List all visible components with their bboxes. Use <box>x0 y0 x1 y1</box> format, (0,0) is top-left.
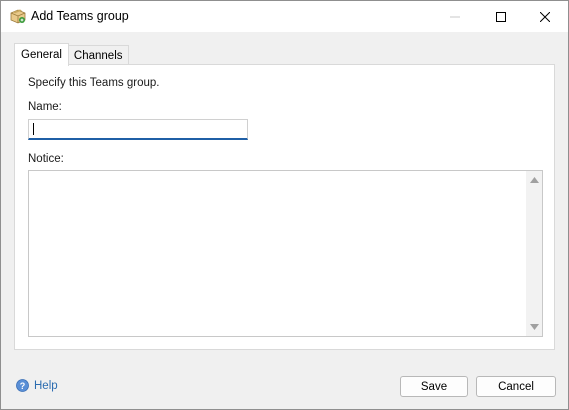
title-bar[interactable]: Add Teams group <box>1 1 568 32</box>
maximize-button[interactable] <box>478 1 524 32</box>
name-label: Name: <box>28 101 62 113</box>
scroll-down-button[interactable] <box>526 319 542 335</box>
instructions-text: Specify this Teams group. <box>28 77 160 89</box>
scroll-up-button[interactable] <box>526 172 542 188</box>
help-link[interactable]: ? Help <box>16 379 58 392</box>
notice-textarea[interactable] <box>28 170 543 337</box>
close-button[interactable] <box>522 1 568 32</box>
scroll-down-arrow-icon <box>529 321 539 333</box>
help-circle-icon: ? <box>16 379 29 392</box>
notice-label: Notice: <box>28 153 64 165</box>
svg-text:?: ? <box>20 381 26 391</box>
tab-strip: General Channels <box>14 43 129 66</box>
name-input[interactable] <box>28 119 248 140</box>
cancel-button[interactable]: Cancel <box>476 376 556 397</box>
minimize-button[interactable] <box>432 1 478 32</box>
save-button[interactable]: Save <box>400 376 468 397</box>
notice-scrollbar[interactable] <box>526 171 542 336</box>
tab-general[interactable]: General <box>14 43 69 66</box>
maximize-icon <box>496 11 506 22</box>
general-tab-panel: Specify this Teams group. Name: Notice: <box>14 64 555 350</box>
tab-channels[interactable]: Channels <box>67 45 129 65</box>
window-title: Add Teams group <box>31 9 129 23</box>
add-teams-group-dialog: Add Teams group General Channels Specify… <box>0 0 569 410</box>
teams-group-box-icon <box>9 8 27 24</box>
close-icon <box>540 11 550 22</box>
help-label: Help <box>34 379 58 392</box>
text-caret <box>33 123 34 135</box>
scroll-up-arrow-icon <box>529 174 539 186</box>
minimize-icon <box>450 12 460 22</box>
